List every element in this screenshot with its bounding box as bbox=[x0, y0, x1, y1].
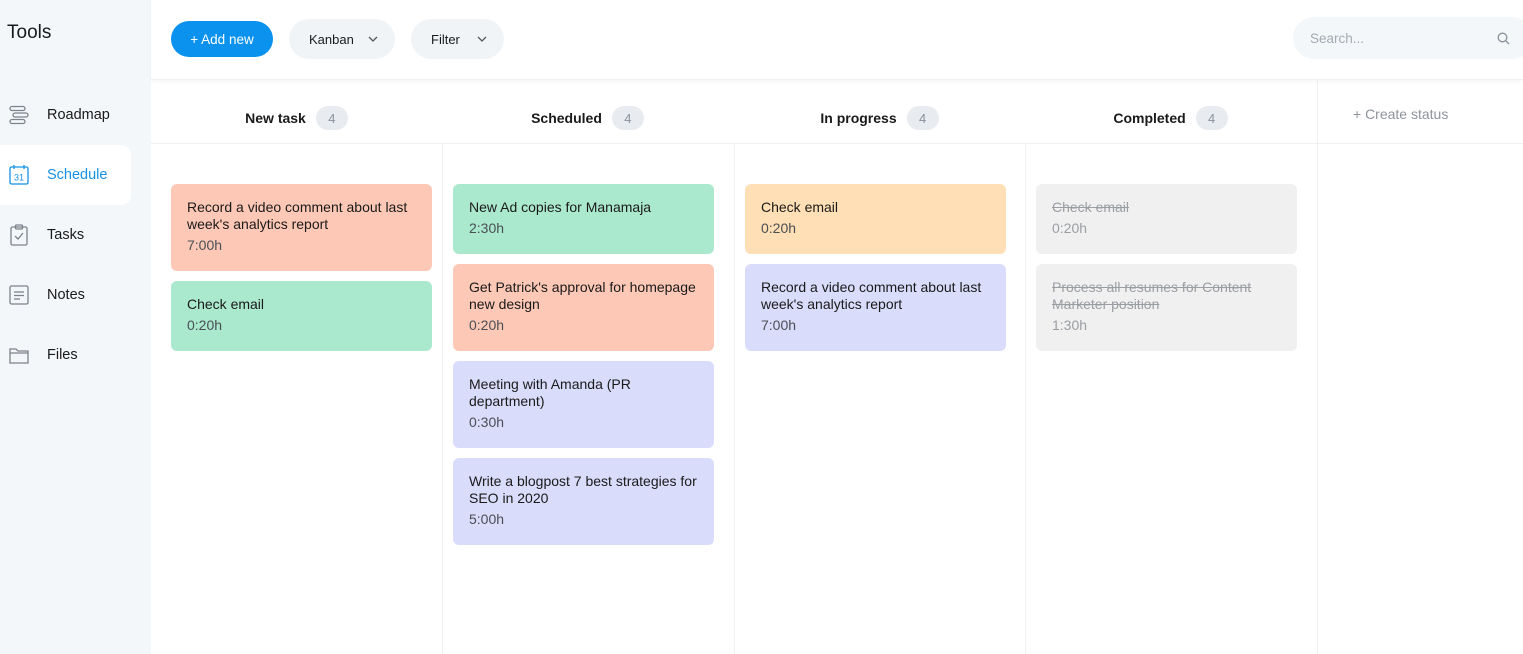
task-card[interactable]: Record a video comment about last week's… bbox=[171, 184, 432, 271]
task-duration: 0:20h bbox=[469, 317, 505, 333]
sidebar-title: Tools bbox=[7, 22, 52, 43]
task-card[interactable]: Record a video comment about last week's… bbox=[745, 264, 1006, 351]
sidebar-item-notes[interactable]: Notes bbox=[0, 265, 131, 325]
column-title: Scheduled bbox=[531, 110, 602, 126]
column-title: New task bbox=[245, 110, 306, 126]
sidebar-item-label: Tasks bbox=[47, 227, 85, 243]
clipboard-check-icon bbox=[8, 224, 30, 246]
sidebar: Tools Roadmap 31 Schedule Tasks Notes Fi… bbox=[0, 0, 151, 654]
create-status-button[interactable]: + Create status bbox=[1353, 106, 1448, 122]
task-title: Meeting with Amanda (PR department) bbox=[469, 376, 631, 409]
task-duration: 7:00h bbox=[761, 317, 797, 333]
view-select[interactable]: Kanban bbox=[289, 19, 395, 59]
sidebar-item-label: Roadmap bbox=[47, 107, 110, 123]
task-card[interactable]: Write a blogpost 7 best strategies for S… bbox=[453, 458, 714, 545]
task-title: Check email bbox=[187, 296, 265, 312]
column-count-badge: 4 bbox=[906, 106, 939, 130]
column-divider bbox=[1025, 144, 1026, 654]
task-title: Check email bbox=[1052, 199, 1130, 215]
calendar-icon: 31 bbox=[8, 164, 30, 186]
column-divider bbox=[1317, 80, 1318, 654]
sidebar-item-label: Notes bbox=[47, 287, 85, 303]
task-card[interactable]: Meeting with Amanda (PR department) 0:30… bbox=[453, 361, 714, 448]
task-duration: 0:20h bbox=[1052, 220, 1088, 236]
column-count-badge: 4 bbox=[1195, 106, 1228, 130]
search-icon[interactable] bbox=[1497, 32, 1510, 50]
task-duration: 0:30h bbox=[469, 414, 505, 430]
chevron-down-icon bbox=[476, 33, 488, 48]
roadmap-icon bbox=[8, 104, 30, 126]
sidebar-item-label: Files bbox=[47, 347, 78, 363]
app-root: Tools Roadmap 31 Schedule Tasks Notes Fi… bbox=[0, 0, 1523, 654]
toolbar: + Add new Kanban Filter bbox=[151, 0, 1523, 80]
column-title: In progress bbox=[820, 110, 897, 126]
notes-icon bbox=[8, 284, 30, 306]
column-header-completed: Completed 4 bbox=[1025, 92, 1316, 144]
task-card-completed[interactable]: Process all resumes for Content Marketer… bbox=[1036, 264, 1297, 351]
task-title: Write a blogpost 7 best strategies for S… bbox=[469, 473, 697, 506]
task-card[interactable]: Get Patrick's approval for homepage new … bbox=[453, 264, 714, 351]
task-title: Record a video comment about last week's… bbox=[761, 279, 982, 312]
sidebar-item-label: Schedule bbox=[47, 167, 108, 183]
task-duration: 2:30h bbox=[469, 220, 505, 236]
add-new-button[interactable]: + Add new bbox=[171, 21, 273, 57]
task-card[interactable]: Check email 0:20h bbox=[171, 281, 432, 351]
task-duration: 1:30h bbox=[1052, 317, 1088, 333]
column-count-badge: 4 bbox=[315, 106, 348, 130]
sidebar-item-files[interactable]: Files bbox=[0, 325, 131, 385]
view-select-label: Kanban bbox=[309, 31, 354, 47]
task-title: Check email bbox=[761, 199, 839, 215]
sidebar-item-schedule[interactable]: 31 Schedule bbox=[0, 145, 131, 205]
column-divider bbox=[734, 144, 735, 654]
column-header-scheduled: Scheduled 4 bbox=[442, 92, 733, 144]
column-header-in-progress: In progress 4 bbox=[734, 92, 1025, 144]
search-box bbox=[1293, 17, 1523, 59]
svg-text:31: 31 bbox=[14, 173, 24, 183]
task-title: New Ad copies for Manamaja bbox=[469, 199, 652, 215]
chevron-down-icon bbox=[367, 33, 379, 48]
column-header-new-task: New task 4 bbox=[151, 92, 442, 144]
task-card[interactable]: New Ad copies for Manamaja 2:30h bbox=[453, 184, 714, 254]
task-title: Process all resumes for Content Marketer… bbox=[1052, 279, 1252, 312]
column-count-badge: 4 bbox=[611, 106, 644, 130]
task-duration: 0:20h bbox=[187, 317, 223, 333]
column-title: Completed bbox=[1113, 110, 1186, 126]
task-card-completed[interactable]: Check email 0:20h bbox=[1036, 184, 1297, 254]
task-title: Record a video comment about last week's… bbox=[187, 199, 408, 232]
sidebar-item-tasks[interactable]: Tasks bbox=[0, 205, 131, 265]
filter-select[interactable]: Filter bbox=[411, 19, 504, 59]
task-duration: 5:00h bbox=[469, 511, 505, 527]
task-duration: 0:20h bbox=[761, 220, 797, 236]
sidebar-item-roadmap[interactable]: Roadmap bbox=[0, 85, 131, 145]
column-divider bbox=[442, 144, 443, 654]
search-input[interactable] bbox=[1293, 17, 1493, 59]
filter-select-label: Filter bbox=[431, 31, 460, 47]
task-duration: 7:00h bbox=[187, 237, 223, 253]
folder-icon bbox=[8, 344, 30, 366]
task-title: Get Patrick's approval for homepage new … bbox=[469, 279, 696, 312]
task-card[interactable]: Check email 0:20h bbox=[745, 184, 1006, 254]
